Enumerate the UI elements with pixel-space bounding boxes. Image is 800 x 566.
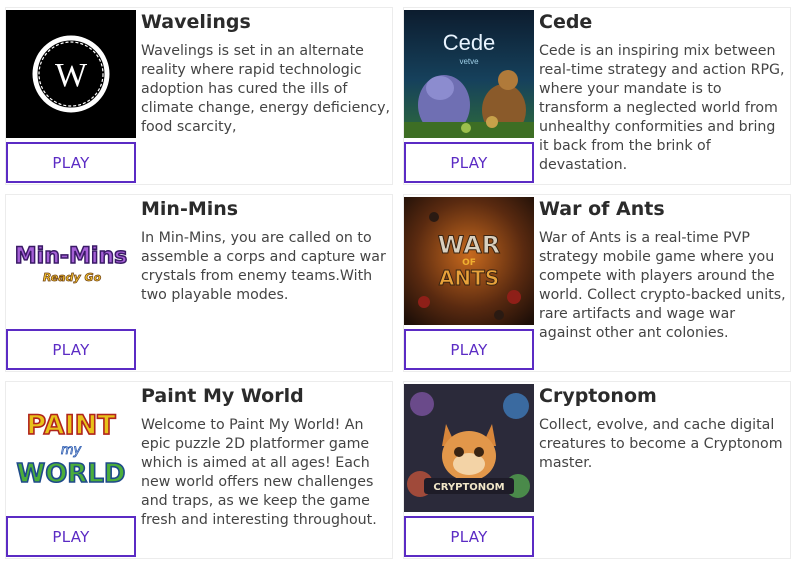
min-mins-logo-subtext: Ready Go [43, 271, 102, 284]
game-title: Cede [539, 11, 593, 33]
game-thumbnail[interactable]: CRYPTONOM [404, 384, 534, 512]
play-button[interactable]: PLAY [404, 329, 534, 370]
game-thumbnail[interactable]: W [6, 10, 136, 138]
game-thumbnail[interactable]: Min-Mins Ready Go [6, 197, 136, 325]
game-title: War of Ants [539, 198, 665, 220]
war-of-ants-logo-line3: ANTS [439, 266, 499, 290]
game-card-wavelings: W Wavelings Wavelings is set in an alter… [5, 7, 393, 185]
play-button[interactable]: PLAY [6, 142, 136, 183]
play-button[interactable]: PLAY [6, 516, 136, 557]
cryptonom-logo-text: CRYPTONOM [433, 482, 504, 493]
play-button[interactable]: PLAY [6, 329, 136, 370]
game-card-cede: Cede vetve Cede Cede is an inspiring mix… [403, 7, 791, 185]
game-description: In Min-Mins, you are called on to assemb… [141, 230, 386, 303]
game-card-paint-my-world: PAINT my WORLD Paint My World Welcome to… [5, 381, 393, 559]
paint-my-world-logo-icon: PAINT my WORLD [6, 384, 136, 512]
cede-logo-subtext: vetve [459, 57, 479, 66]
game-title: Cryptonom [539, 385, 657, 407]
min-mins-logo-icon: Min-Mins Ready Go [6, 197, 136, 325]
game-description: Welcome to Paint My World! An epic puzzl… [141, 417, 377, 528]
wavelings-logo-icon: W [6, 10, 136, 138]
cede-artwork-icon: Cede vetve [404, 10, 534, 138]
min-mins-logo-text: Min-Mins [15, 244, 127, 269]
game-description: Collect, evolve, and cache digital creat… [539, 417, 783, 471]
game-thumbnail[interactable]: PAINT my WORLD [6, 384, 136, 512]
games-grid: W Wavelings Wavelings is set in an alter… [0, 0, 800, 566]
war-of-ants-logo-line1: WAR [438, 231, 500, 259]
game-card-min-mins: Min-Mins Ready Go Min-Mins In Min-Mins, … [5, 194, 393, 372]
paint-my-world-logo-line2: my [61, 443, 82, 458]
game-title: Paint My World [141, 385, 304, 407]
cede-logo-text: Cede [443, 30, 496, 55]
game-description: Cede is an inspiring mix between real-ti… [539, 43, 785, 173]
paint-my-world-logo-line1: PAINT [26, 410, 116, 441]
game-title: Wavelings [141, 11, 251, 33]
game-description: Wavelings is set in an alternate reality… [141, 43, 391, 135]
cryptonom-artwork-icon: CRYPTONOM [404, 384, 534, 512]
game-card-cryptonom: CRYPTONOM Cryptonom Collect, evolve, and… [403, 381, 791, 559]
game-thumbnail[interactable]: Cede vetve [404, 10, 534, 138]
paint-my-world-logo-line3: WORLD [17, 459, 126, 489]
game-card-war-of-ants: WAR OF ANTS War of Ants War of Ants is a… [403, 194, 791, 372]
play-button[interactable]: PLAY [404, 516, 534, 557]
game-title: Min-Mins [141, 198, 239, 220]
wavelings-logo-text: W [55, 57, 88, 94]
game-thumbnail[interactable]: WAR OF ANTS [404, 197, 534, 325]
game-description: War of Ants is a real-time PVP strategy … [539, 230, 786, 341]
play-button[interactable]: PLAY [404, 142, 534, 183]
war-of-ants-artwork-icon: WAR OF ANTS [404, 197, 534, 325]
